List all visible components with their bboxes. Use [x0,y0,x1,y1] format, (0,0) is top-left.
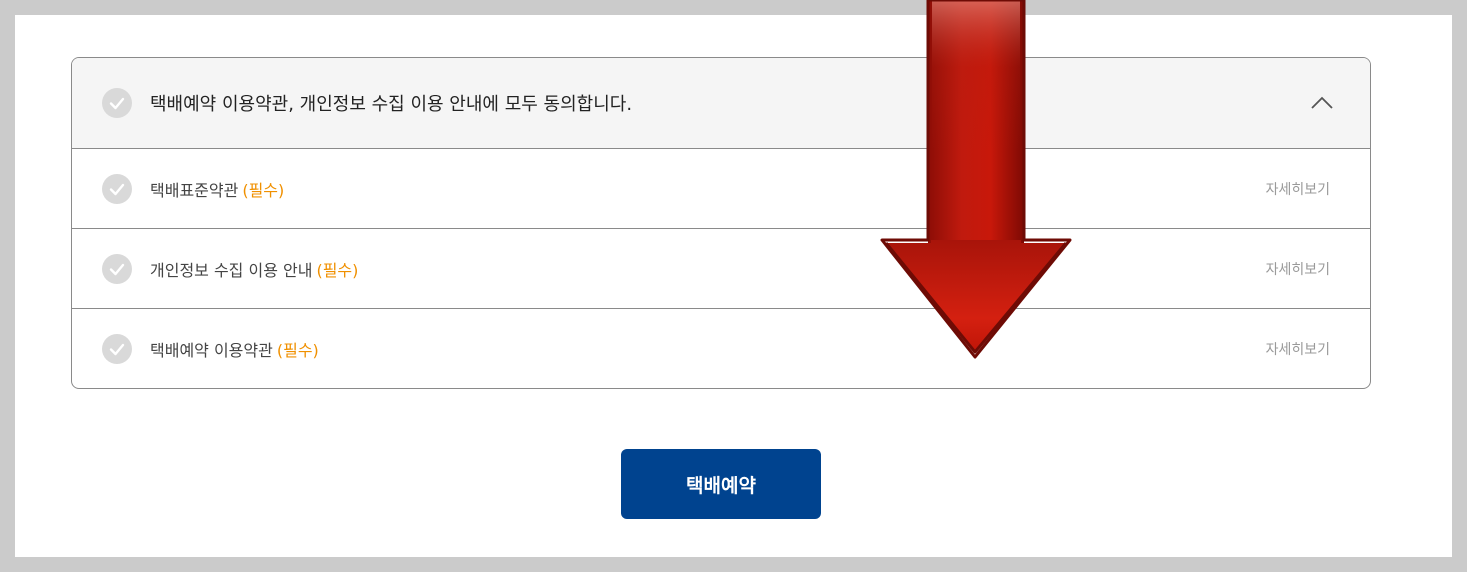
checkmark-icon [109,183,125,195]
agreement-item-privacy[interactable]: 개인정보 수집 이용 안내 (필수) 자세히보기 [72,229,1370,309]
required-badge: (필수) [242,180,285,200]
collapse-toggle[interactable] [1310,93,1334,113]
checkmark-icon [109,97,125,110]
agreement-item-label: 택배표준약관 (필수) [150,177,284,201]
required-badge: (필수) [316,260,359,280]
reserve-delivery-button[interactable]: 택배예약 [621,449,821,519]
content-panel: 택배예약 이용약관, 개인정보 수집 이용 안내에 모두 동의합니다. 택배표준… [15,15,1452,557]
agreement-item-title: 택배표준약관 [150,180,239,200]
agreement-box: 택배예약 이용약관, 개인정보 수집 이용 안내에 모두 동의합니다. 택배표준… [71,57,1371,389]
agreement-item-title: 택배예약 이용약관 [150,340,273,360]
checkmark-icon [109,343,125,355]
agree-all-row[interactable]: 택배예약 이용약관, 개인정보 수집 이용 안내에 모두 동의합니다. [72,58,1370,149]
view-details-link[interactable]: 자세히보기 [1266,259,1330,279]
agreement-item-label: 택배예약 이용약관 (필수) [150,337,319,361]
view-details-link[interactable]: 자세히보기 [1266,339,1330,359]
required-badge: (필수) [276,340,319,360]
agreement-item-standard-terms[interactable]: 택배표준약관 (필수) 자세히보기 [72,149,1370,229]
agreement-checkbox[interactable] [102,333,132,364]
agreement-item-label: 개인정보 수집 이용 안내 (필수) [150,257,358,281]
agreement-checkbox[interactable] [102,173,132,204]
agreement-item-reservation-terms[interactable]: 택배예약 이용약관 (필수) 자세히보기 [72,309,1370,388]
agreement-checkbox[interactable] [102,253,132,284]
agree-all-checkbox[interactable] [102,88,132,118]
chevron-up-icon [1311,96,1333,109]
agreement-item-title: 개인정보 수집 이용 안내 [150,260,313,280]
agree-all-label: 택배예약 이용약관, 개인정보 수집 이용 안내에 모두 동의합니다. [150,94,633,115]
view-details-link[interactable]: 자세히보기 [1266,179,1330,199]
checkmark-icon [109,263,125,275]
